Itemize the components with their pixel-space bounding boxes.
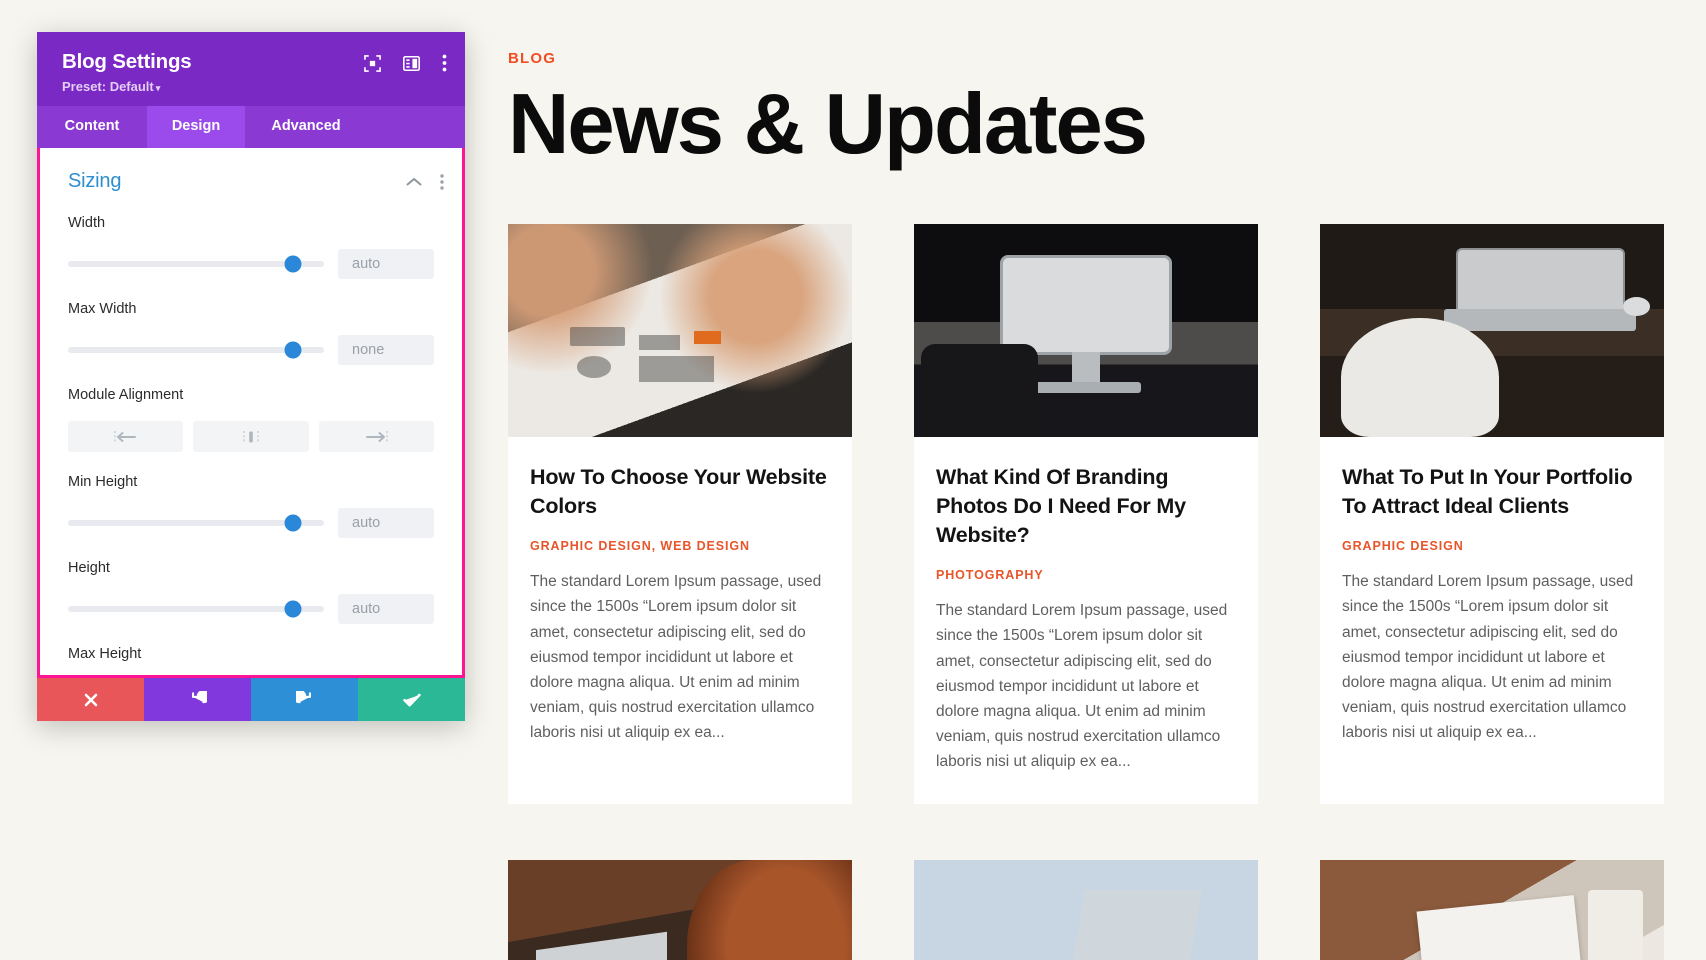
height-value[interactable]: auto [338,594,434,624]
align-left-button[interactable] [68,421,184,452]
imac-desk-photo [914,224,1258,438]
slider-knob[interactable] [284,255,302,273]
screenshot-root: BLOG News & Updates How To Choose Your W… [0,0,1706,960]
chevron-up-icon[interactable] [406,177,422,187]
min-height-slider[interactable] [68,514,324,532]
field-height: Height auto [40,560,462,624]
post-title[interactable]: What Kind Of Branding Photos Do I Need F… [936,463,1236,550]
woman-laptop-photo [508,860,852,960]
blog-card-grid: How To Choose Your Website Colors GRAPHI… [508,224,1706,805]
post-categories[interactable]: PHOTOGRAPHY [936,568,1236,582]
post-image[interactable] [508,860,852,960]
blog-card[interactable] [914,860,1258,960]
more-options-icon[interactable] [440,173,444,190]
sketching-wireframe-photo [508,224,852,438]
save-button[interactable] [358,678,465,721]
slider-row: auto [68,508,434,538]
field-width: Width auto [40,215,462,279]
slider-row: auto [68,594,434,624]
tab-content[interactable]: Content [37,106,147,148]
sizing-section-header: Sizing [40,148,462,193]
post-image[interactable] [1320,224,1664,438]
post-excerpt: The standard Lorem Ipsum passage, used s… [1342,573,1634,741]
height-slider[interactable] [68,600,324,618]
slider-knob[interactable] [284,514,302,532]
blog-card[interactable]: What Kind Of Branding Photos Do I Need F… [914,224,1258,805]
notebook-writing-photo [1320,860,1664,960]
field-label: Module Alignment [68,387,184,403]
cancel-button[interactable] [37,678,144,721]
post-image[interactable] [914,224,1258,438]
slider-row: none [68,335,434,365]
redo-button[interactable] [251,678,358,721]
blog-card[interactable]: What To Put In Your Portfolio To Attract… [1320,224,1664,805]
post-title[interactable]: What To Put In Your Portfolio To Attract… [1342,463,1642,521]
field-max-width: Max Width none [40,301,462,365]
field-label: Max Width [68,301,137,317]
align-right-button[interactable] [318,421,434,452]
section-title[interactable]: Sizing [68,170,388,193]
laptop-desk-photo [1320,224,1664,438]
panel-layout-icon[interactable] [403,55,420,71]
field-label: Width [68,215,106,231]
slider-row: auto [68,249,434,279]
tab-design[interactable]: Design [147,106,245,148]
post-excerpt: The standard Lorem Ipsum passage, used s… [530,573,822,741]
post-body: What Kind Of Branding Photos Do I Need F… [914,437,1258,804]
panel-scrollbar[interactable] [463,476,465,676]
panel-tabs: Content Design Advanced [37,106,465,148]
panel-footer [37,678,465,721]
post-body: How To Choose Your Website Colors GRAPHI… [508,437,852,775]
post-categories[interactable]: GRAPHIC DESIGN [1342,539,1642,553]
preset-label: Preset: Default [62,79,154,94]
max-width-slider[interactable] [68,341,324,359]
max-width-value[interactable]: none [338,335,434,365]
post-categories[interactable]: GRAPHIC DESIGN, WEB DESIGN [530,539,830,553]
field-label: Min Height [68,474,138,490]
field-label: Height [68,560,110,576]
alignment-button-group [68,421,434,452]
blog-card[interactable] [508,860,852,960]
chevron-down-icon: ▾ [155,83,161,93]
page-title: News & Updates [508,77,1148,172]
slider-knob[interactable] [284,600,302,618]
panel-header-icons [364,54,447,72]
field-module-alignment: Module Alignment [40,387,462,452]
undo-button[interactable] [144,678,251,721]
width-slider[interactable] [68,255,324,273]
window-coffee-photo [914,860,1258,960]
field-max-height: Max Height none [40,646,462,675]
preset-selector[interactable]: Preset: Default ▾ [62,79,443,94]
post-image[interactable] [508,224,852,438]
blog-settings-panel[interactable]: Blog Settings Preset: Default ▾ Content … [37,32,465,721]
post-image[interactable] [914,860,1258,960]
blog-card-grid-row2 [508,860,1706,960]
post-excerpt: The standard Lorem Ipsum passage, used s… [936,602,1228,770]
min-height-value[interactable]: auto [338,508,434,538]
blog-eyebrow: BLOG [508,50,557,67]
panel-header: Blog Settings Preset: Default ▾ [37,32,465,106]
focus-module-icon[interactable] [364,54,381,72]
panel-body: Sizing Width auto Max Width none Module … [37,148,465,678]
slider-knob[interactable] [284,341,302,359]
blog-card[interactable] [1320,860,1664,960]
field-label: Max Height [68,646,142,662]
tab-advanced[interactable]: Advanced [245,106,367,148]
field-min-height: Min Height auto [40,474,462,538]
post-title[interactable]: How To Choose Your Website Colors [530,463,830,521]
more-options-icon[interactable] [442,54,447,72]
post-body: What To Put In Your Portfolio To Attract… [1320,437,1664,775]
width-value[interactable]: auto [338,249,434,279]
align-center-button[interactable] [193,421,309,452]
post-image[interactable] [1320,860,1664,960]
blog-card[interactable]: How To Choose Your Website Colors GRAPHI… [508,224,852,805]
